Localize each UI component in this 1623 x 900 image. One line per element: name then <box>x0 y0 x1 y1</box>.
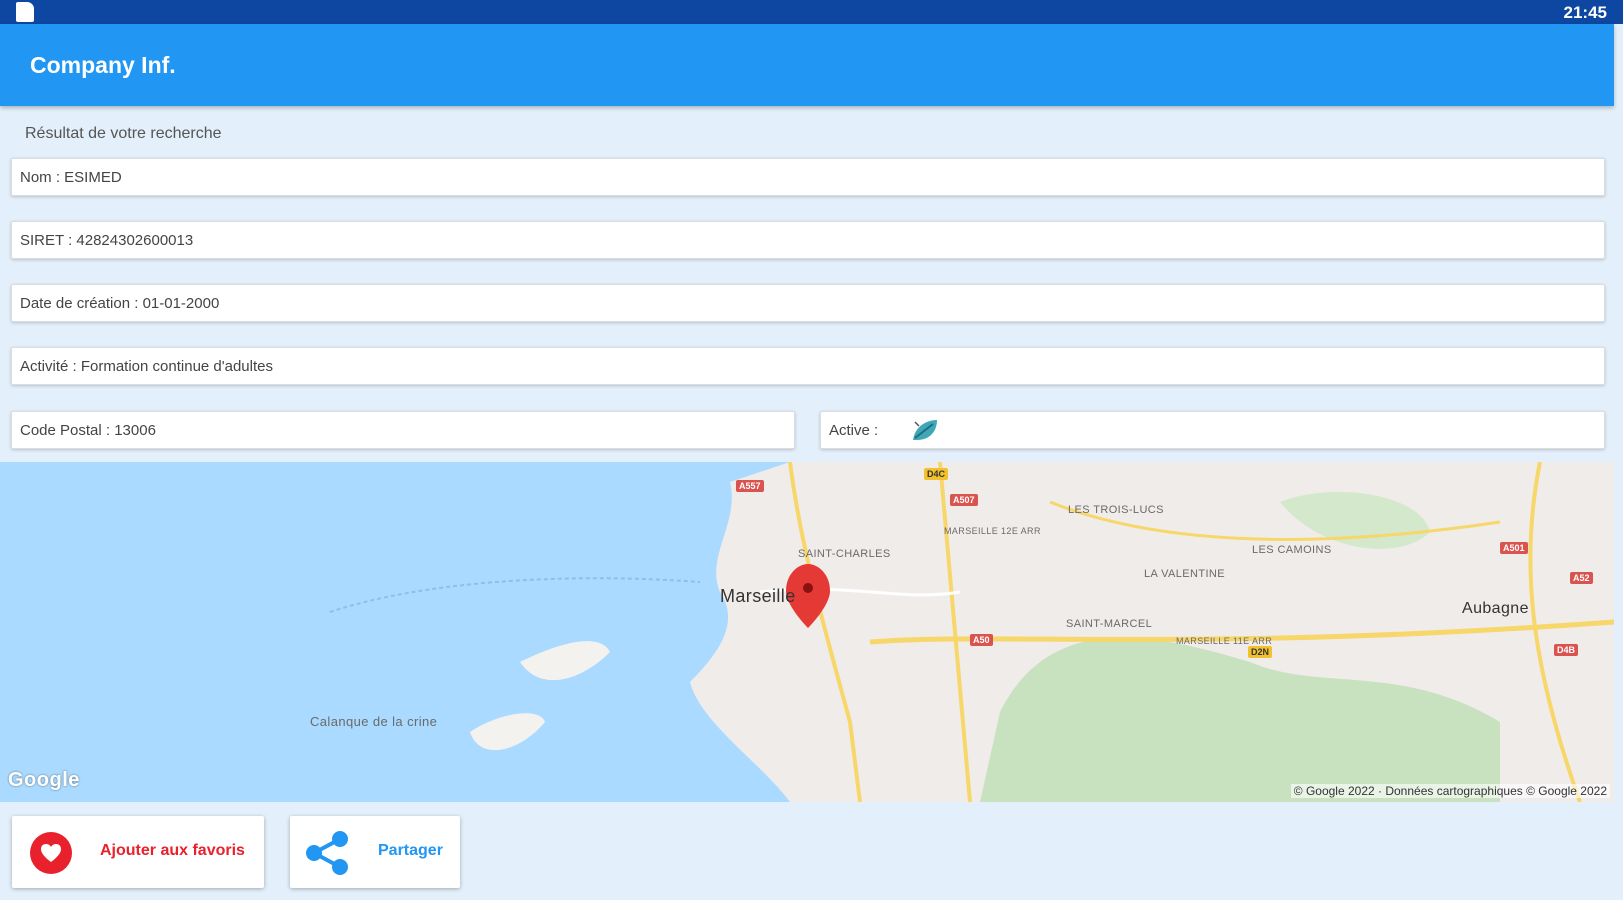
road-shield: A557 <box>736 480 764 492</box>
active-field: Active : <box>820 411 1605 449</box>
nom-field[interactable]: Nom : ESIMED <box>11 158 1605 196</box>
map-canvas[interactable] <box>0 462 1614 802</box>
date-creation-field[interactable]: Date de création : 01-01-2000 <box>11 284 1605 322</box>
map-place-label: MARSEILLE 12E ARR <box>944 526 1041 536</box>
road-shield: A501 <box>1500 542 1528 554</box>
activite-field[interactable]: Activité : Formation continue d'adultes <box>11 347 1605 385</box>
map-place-label: LES TROIS-LUCS <box>1068 504 1164 516</box>
share-button[interactable]: Partager <box>290 816 460 888</box>
add-favorite-button[interactable]: Ajouter aux favoris <box>12 816 264 888</box>
page-title: Company Inf. <box>30 52 176 78</box>
google-logo: Google <box>8 769 80 791</box>
map-copyright[interactable]: © Google 2022 · Données cartographiques … <box>1290 784 1610 798</box>
active-label: Active : <box>829 422 879 439</box>
road-shield: D4C <box>924 468 949 480</box>
add-favorite-label: Ajouter aux favoris <box>100 842 245 859</box>
share-icon <box>306 831 348 875</box>
code-postal-field[interactable]: Code Postal : 13006 <box>11 411 795 449</box>
status-bar: 21:45 <box>0 0 1623 24</box>
road-shield: D4B <box>1554 644 1579 656</box>
map-city-label: Marseille <box>720 586 796 606</box>
map-place-label: SAINT-MARCEL <box>1066 618 1153 630</box>
map-place-label: Aubagne <box>1462 600 1529 617</box>
status-time: 21:45 <box>1563 3 1607 22</box>
map-place-label: SAINT-CHARLES <box>798 548 891 560</box>
map-place-label: LES CAMOINS <box>1252 544 1332 556</box>
map-view[interactable]: Marseille LES TROIS-LUCS SAINT-CHARLES L… <box>0 462 1614 802</box>
share-label: Partager <box>378 842 443 859</box>
road-shield: A507 <box>950 494 978 506</box>
map-place-label: Calanque de la crine <box>310 714 438 729</box>
siret-field[interactable]: SIRET : 42824302600013 <box>11 221 1605 259</box>
road-shield: D2N <box>1248 646 1273 658</box>
sim-card-icon <box>16 2 34 22</box>
road-shield: A50 <box>970 634 993 646</box>
map-place-label: LA VALENTINE <box>1144 568 1226 580</box>
app-bar: Company Inf. <box>0 24 1614 106</box>
search-result-heading: Résultat de votre recherche <box>25 125 222 142</box>
road-shield: A52 <box>1570 572 1593 584</box>
map-place-label: MARSEILLE 11E ARR <box>1176 636 1273 646</box>
leaf-icon <box>913 420 937 440</box>
heart-icon <box>30 832 72 874</box>
